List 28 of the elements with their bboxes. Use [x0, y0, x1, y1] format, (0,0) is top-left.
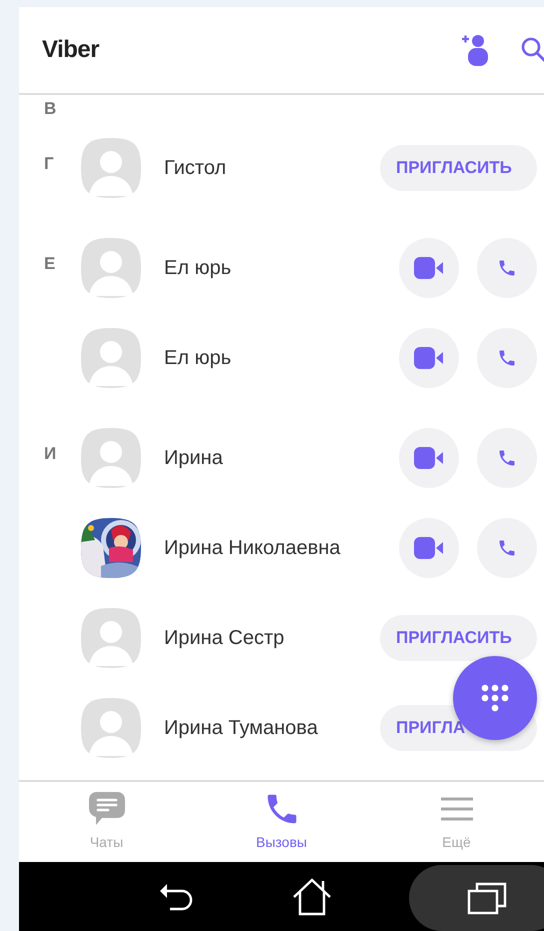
- search-button[interactable]: [520, 36, 544, 64]
- phone-icon: [497, 348, 517, 368]
- section-letter: В: [43, 99, 58, 119]
- contact-name[interactable]: Ирина Николаевна: [164, 536, 381, 560]
- tab[interactable]: Вызовы: [194, 782, 369, 862]
- recent-apps-button[interactable]: [409, 865, 544, 931]
- app-title: Viber: [42, 36, 100, 64]
- contact-name[interactable]: Ел юрь: [164, 346, 381, 370]
- contact-name[interactable]: Ирина Сестр: [164, 626, 380, 650]
- section-letter: И: [43, 444, 58, 464]
- phone-icon: [497, 538, 517, 558]
- video-camera-icon: [414, 347, 444, 369]
- phone-icon: [497, 258, 517, 278]
- video-camera-icon: [414, 537, 444, 559]
- section-letter: Г: [43, 154, 55, 174]
- overlapping-squares-icon: [466, 881, 506, 915]
- add-contact-button[interactable]: [460, 33, 490, 67]
- video-camera-icon: [414, 447, 444, 469]
- video-camera-icon: [414, 257, 444, 279]
- section-letter: Е: [43, 254, 56, 274]
- contact-name[interactable]: Ирина Туманова: [164, 716, 380, 740]
- contact-name[interactable]: Ирина: [164, 446, 381, 470]
- home-icon: [292, 876, 332, 916]
- invite-button[interactable]: ПРИГЛАСИТЬ: [380, 145, 537, 191]
- phone-icon: [497, 448, 517, 468]
- contact-name[interactable]: Гистол: [164, 156, 380, 180]
- contact-name[interactable]: Ел юрь: [164, 256, 381, 280]
- invite-button[interactable]: ПРИГЛАСИТЬ: [380, 615, 537, 661]
